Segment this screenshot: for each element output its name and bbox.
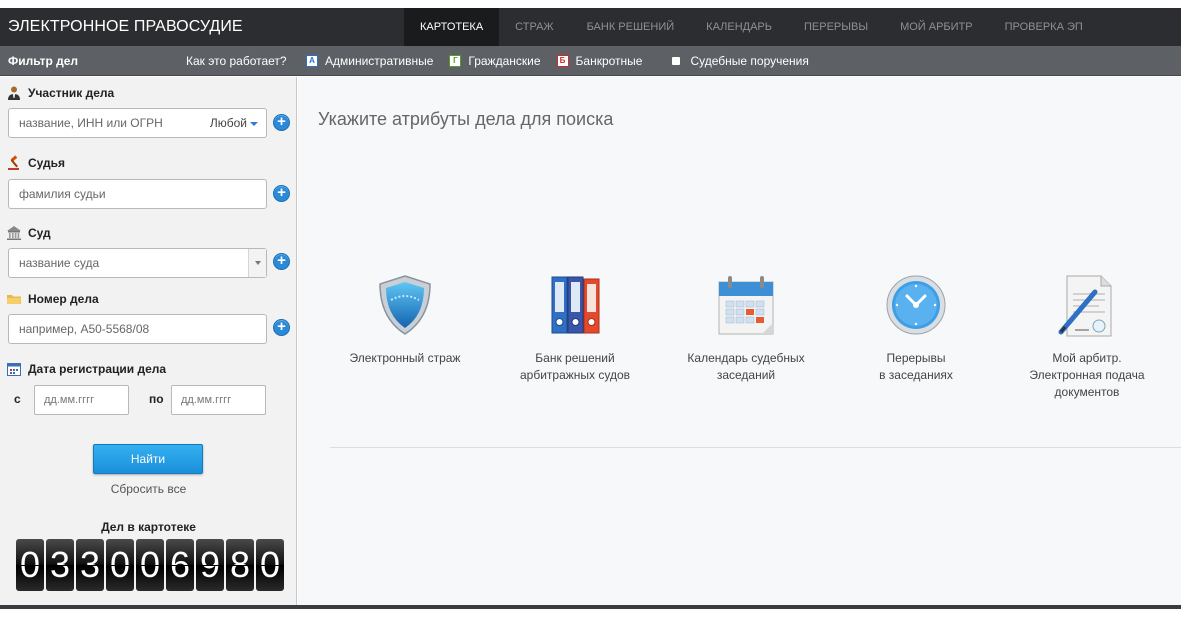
civil-badge-icon: Г: [449, 55, 462, 67]
case-number-input[interactable]: например, А50-5568/08: [8, 314, 267, 344]
judge-placeholder: фамилия судьи: [19, 187, 106, 201]
clock-icon: [885, 274, 947, 339]
sub-bar: Фильтр дел Как это работает? А Администр…: [0, 46, 1181, 76]
tile-my-arbiter-label: Мой арбитр. Электронная подача документо…: [1029, 351, 1145, 399]
person-icon: [6, 85, 22, 101]
add-judge-button[interactable]: +: [273, 185, 290, 202]
tile-electronic-guard-label: Электронный страж: [349, 351, 461, 365]
brand-title[interactable]: ЭЛЕКТРОННОЕ ПРАВОСУДИЕ: [8, 8, 243, 46]
tile-breaks-label: Перерывы в заседаниях: [879, 351, 953, 382]
court-placeholder: название суда: [19, 256, 100, 270]
calendar-icon: [716, 274, 776, 339]
counter-digit: 0: [106, 539, 134, 591]
chevron-down-icon: [250, 121, 258, 126]
counter-digit: 0: [136, 539, 164, 591]
tile-court-calendar-label: Календарь судебных заседаний: [687, 351, 805, 382]
folder-icon: [6, 291, 22, 307]
date-from-label: с: [14, 392, 21, 406]
judge-input[interactable]: фамилия судьи: [8, 179, 267, 209]
judge-label: Судья: [28, 156, 66, 170]
nav-strazh[interactable]: СТРАЖ: [499, 8, 570, 46]
chevron-down-icon: [255, 261, 261, 265]
court-dropdown-button[interactable]: [248, 249, 266, 277]
date-from-input[interactable]: дд.мм.гггг: [34, 385, 129, 415]
document-pen-icon: [1055, 274, 1117, 341]
add-court-button[interactable]: +: [273, 253, 290, 270]
bottom-bar: [0, 605, 1181, 609]
counter-digit: 0: [16, 539, 44, 591]
date-to-input[interactable]: дд.мм.гггг: [171, 385, 266, 415]
participant-type-select[interactable]: Любой: [210, 109, 258, 137]
case-count-title: Дел в картотеке: [101, 520, 196, 534]
filter-sidebar: Участник дела название, ИНН или ОГРН Люб…: [0, 77, 297, 605]
binders-icon: [549, 274, 603, 339]
content-divider: [330, 447, 1181, 448]
type-bankruptcy-label: Банкротные: [575, 54, 643, 68]
nav-kartoteka[interactable]: КАРТОТЕКА: [404, 8, 500, 46]
case-type-filters: А Административные Г Гражданские Б Банкр…: [306, 46, 825, 76]
judge-section: Судья: [6, 155, 65, 171]
page-title: Укажите атрибуты дела для поиска: [318, 109, 614, 129]
shield-icon: [375, 274, 435, 339]
participant-section: Участник дела: [6, 85, 114, 101]
courthouse-icon: [6, 225, 22, 241]
filter-title: Фильтр дел: [8, 54, 79, 68]
type-civil-label: Гражданские: [468, 54, 541, 68]
court-orders-square-icon: [672, 57, 681, 65]
participant-label: Участник дела: [28, 86, 115, 100]
type-bankruptcy[interactable]: Б Банкротные: [556, 54, 643, 68]
participant-placeholder: название, ИНН или ОГРН: [19, 116, 163, 130]
add-case-number-button[interactable]: +: [273, 319, 290, 336]
nav-proverka-ep[interactable]: ПРОВЕРКА ЭП: [989, 8, 1099, 46]
nav-pereryvy[interactable]: ПЕРЕРЫВЫ: [788, 8, 884, 46]
administrative-badge-icon: А: [306, 55, 318, 67]
nav-kalendar[interactable]: КАЛЕНДАРЬ: [690, 8, 788, 46]
counter-digit: 0: [256, 539, 284, 591]
gavel-icon: [6, 155, 22, 171]
reg-date-section: Дата регистрации дела: [6, 361, 166, 377]
type-civil[interactable]: Г Гражданские: [449, 54, 541, 68]
nav-bank-resheniy[interactable]: БАНК РЕШЕНИЙ: [571, 8, 691, 46]
type-administrative-label: Административные: [325, 54, 434, 68]
case-counter: 0 3 3 0 0 6 9 8 0: [16, 539, 286, 591]
case-number-placeholder: например, А50-5568/08: [19, 322, 150, 336]
nav-moy-arbitr[interactable]: МОЙ АРБИТР: [884, 8, 989, 46]
participant-input[interactable]: название, ИНН или ОГРН Любой: [8, 108, 267, 138]
court-label: Суд: [28, 226, 51, 240]
bankruptcy-badge-icon: Б: [556, 55, 569, 67]
main-content: Укажите атрибуты дела для поиска Электро…: [298, 77, 1181, 605]
date-to-placeholder: дд.мм.гггг: [181, 394, 232, 406]
reset-all-link[interactable]: Сбросить все: [0, 482, 297, 496]
add-participant-button[interactable]: +: [273, 114, 290, 131]
find-button[interactable]: Найти: [93, 444, 203, 474]
counter-digit: 9: [196, 539, 224, 591]
type-court-orders-label: Судебные поручения: [690, 54, 809, 68]
main-nav: КАРТОТЕКА СТРАЖ БАНК РЕШЕНИЙ КАЛЕНДАРЬ П…: [404, 8, 1099, 46]
counter-digit: 3: [76, 539, 104, 591]
participant-type-value: Любой: [209, 116, 247, 130]
calendar-icon: [6, 361, 22, 377]
reg-date-label: Дата регистрации дела: [28, 362, 167, 376]
top-bar: ЭЛЕКТРОННОЕ ПРАВОСУДИЕ КАРТОТЕКА СТРАЖ Б…: [0, 8, 1181, 46]
case-number-section: Номер дела: [6, 291, 99, 307]
how-it-works-link[interactable]: Как это работает?: [186, 46, 287, 76]
counter-digit: 3: [46, 539, 74, 591]
counter-digit: 8: [226, 539, 254, 591]
counter-digit: 6: [166, 539, 194, 591]
case-number-label: Номер дела: [28, 292, 99, 306]
type-administrative[interactable]: А Административные: [306, 54, 433, 68]
court-select[interactable]: название суда: [8, 248, 267, 278]
date-to-label: по: [149, 392, 164, 406]
date-from-placeholder: дд.мм.гггг: [44, 394, 95, 406]
tile-decisions-bank-label: Банк решений арбитражных судов: [519, 351, 631, 382]
type-court-orders[interactable]: Судебные поручения: [658, 54, 809, 68]
court-section: Суд: [6, 225, 51, 241]
